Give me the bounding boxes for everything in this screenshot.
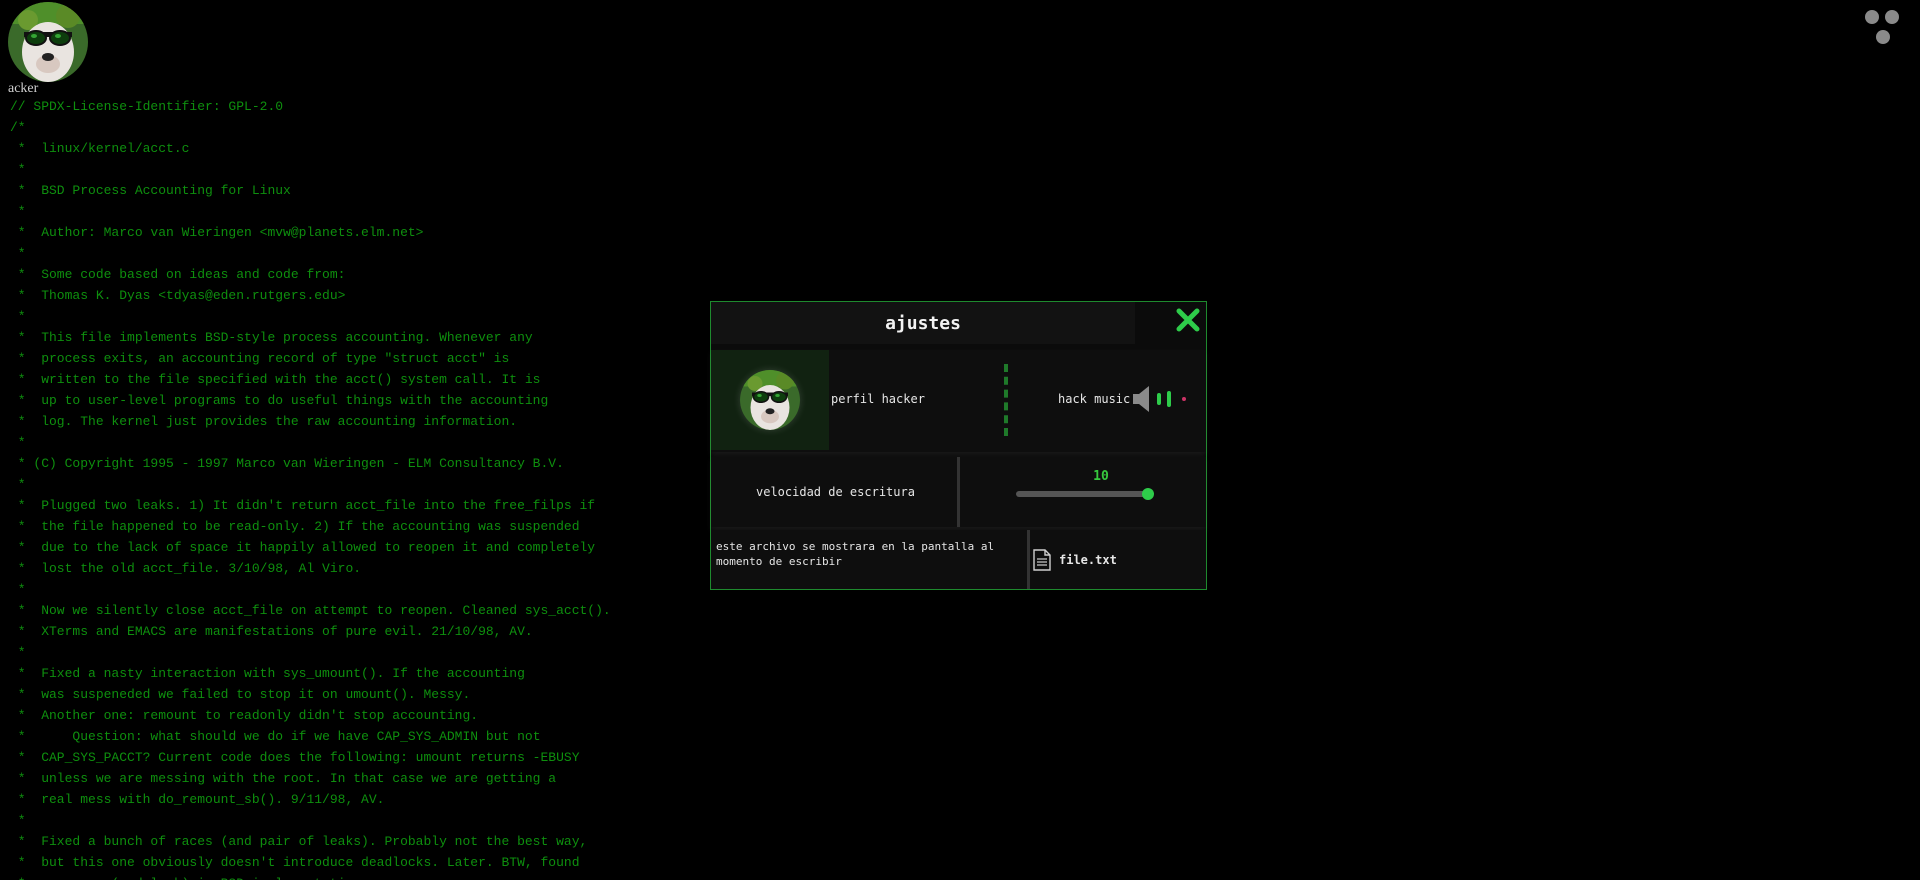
- slider-thumb[interactable]: [1142, 488, 1154, 500]
- profile-avatar-button[interactable]: [711, 350, 829, 450]
- speaker-volume-icon: [1133, 386, 1186, 412]
- file-row: este archivo se mostrara en la pantalla …: [711, 530, 1206, 589]
- divider: [1027, 530, 1030, 589]
- profile-label: perfil hacker: [831, 392, 925, 406]
- speed-label: velocidad de escritura: [756, 485, 915, 499]
- profile-music-row: perfil hacker hack music: [711, 350, 1206, 452]
- file-name: file.txt: [1059, 552, 1117, 567]
- music-label: hack music: [1058, 392, 1131, 406]
- divider: [957, 457, 960, 527]
- menu-dot: [1885, 10, 1899, 24]
- settings-title: ajustes: [885, 312, 961, 334]
- document-file-icon: [1033, 548, 1051, 571]
- menu-dot: [1865, 10, 1879, 24]
- close-x-icon: [1176, 308, 1200, 332]
- menu-dot: [1876, 30, 1890, 44]
- file-select-button[interactable]: file.txt: [1033, 530, 1206, 589]
- music-toggle-button[interactable]: [1133, 384, 1195, 419]
- dog-avatar-icon: [740, 370, 800, 430]
- close-button[interactable]: [1170, 302, 1206, 338]
- avatar: [740, 370, 800, 430]
- file-description: este archivo se mostrara en la pantalla …: [716, 540, 995, 568]
- three-dots-menu-icon[interactable]: [1860, 0, 1920, 50]
- speed-slider[interactable]: [1016, 488, 1154, 500]
- code-text: // SPDX-License-Identifier: GPL-2.0 /* *…: [10, 99, 611, 880]
- dog-avatar-icon: [8, 2, 88, 82]
- divider: [1004, 364, 1008, 436]
- speed-value: 10: [1093, 469, 1109, 484]
- avatar[interactable]: [8, 2, 88, 82]
- settings-modal: ajustes perfil hacker hack music velocid…: [710, 301, 1207, 590]
- profile-name: acker: [8, 81, 39, 96]
- speed-row: velocidad de escritura 10: [711, 457, 1206, 527]
- profile-widget[interactable]: acker: [8, 2, 92, 96]
- settings-header: ajustes: [711, 302, 1135, 344]
